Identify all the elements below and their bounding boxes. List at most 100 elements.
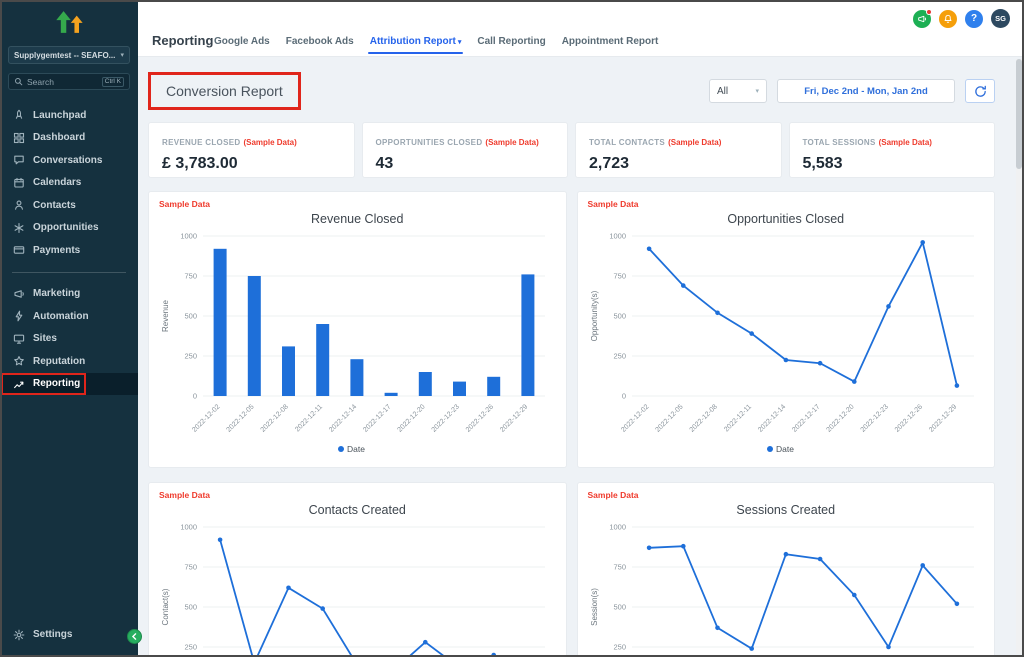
sidebar-item-contacts[interactable]: Contacts xyxy=(0,194,138,217)
sidebar-item-label: Settings xyxy=(33,629,72,640)
date-range-picker[interactable]: Fri, Dec 2nd - Mon, Jan 2nd xyxy=(777,79,955,103)
filter-select[interactable]: All ▾ xyxy=(709,79,767,103)
notifications-button[interactable] xyxy=(939,10,957,28)
sidebar-item-conversations[interactable]: Conversations xyxy=(0,149,138,172)
tab-call-reporting[interactable]: Call Reporting xyxy=(477,36,545,47)
app-logo xyxy=(0,0,138,44)
main-content: Conversion Report All ▾ Fri, Dec 2nd - M… xyxy=(138,57,1024,657)
svg-text:Contact(s): Contact(s) xyxy=(161,588,170,625)
report-toolbar: Conversion Report All ▾ Fri, Dec 2nd - M… xyxy=(148,72,995,110)
sidebar-nav: Launchpad Dashboard Conversations Calend… xyxy=(0,104,138,395)
sidebar-item-label: Reporting xyxy=(33,378,80,389)
tab-facebook-ads[interactable]: Facebook Ads xyxy=(286,36,354,47)
svg-text:500: 500 xyxy=(185,603,198,612)
svg-text:2022-12-26: 2022-12-26 xyxy=(894,403,924,433)
opportunities-closed-line-chart: 02505007501000Opportunity(s)2022-12-0220… xyxy=(586,230,986,458)
sidebar-item-label: Automation xyxy=(33,311,89,322)
scrollbar[interactable] xyxy=(1016,59,1022,654)
chevron-down-icon: ▾ xyxy=(755,88,759,95)
sidebar-item-label: Dashboard xyxy=(33,132,85,143)
sidebar-item-dashboard[interactable]: Dashboard xyxy=(0,127,138,150)
report-heading: Conversion Report xyxy=(166,83,283,99)
svg-text:2022-12-11: 2022-12-11 xyxy=(294,403,324,433)
svg-text:1000: 1000 xyxy=(181,523,198,532)
sessions-created-line-chart: 02505007501000Session(s)2022-12-022022-1… xyxy=(586,521,986,657)
stat-card-opportunities-closed: OPPORTUNITIES CLOSED(Sample Data) 43 xyxy=(362,122,569,178)
sidebar-item-opportunities[interactable]: Opportunities xyxy=(0,217,138,240)
account-switcher[interactable]: Supplygemtest -- SEAFO... ▾ xyxy=(8,46,130,64)
tab-label: Attribution Report xyxy=(370,36,456,47)
sidebar-item-reputation[interactable]: Reputation xyxy=(0,350,138,373)
announcements-button[interactable] xyxy=(913,10,931,28)
sidebar-item-label: Conversations xyxy=(33,155,102,166)
chart-card-sessions-created: Sample Data Sessions Created 02505007501… xyxy=(577,482,996,657)
sidebar-item-reporting[interactable]: Reporting xyxy=(0,373,138,396)
star-icon xyxy=(13,355,25,367)
stat-label: OPPORTUNITIES CLOSED xyxy=(376,138,483,147)
svg-text:2022-12-02: 2022-12-02 xyxy=(620,403,650,433)
sidebar-item-sites[interactable]: Sites xyxy=(0,328,138,351)
sidebar-item-label: Payments xyxy=(33,245,80,256)
charts-grid: Sample Data Revenue Closed 0250500750100… xyxy=(148,191,995,657)
stat-card-total-sessions: TOTAL SESSIONS(Sample Data) 5,583 xyxy=(789,122,996,178)
sidebar-item-launchpad[interactable]: Launchpad xyxy=(0,104,138,127)
sample-data-tag: (Sample Data) xyxy=(879,138,932,147)
top-header: Reporting Google Ads Facebook Ads Attrib… xyxy=(138,0,1024,57)
stat-card-revenue-closed: REVENUE CLOSED(Sample Data) £ 3,783.00 xyxy=(148,122,355,178)
sample-data-tag: Sample Data xyxy=(588,490,639,500)
payments-icon xyxy=(13,244,25,256)
stat-value: 43 xyxy=(376,155,555,173)
stat-label: TOTAL SESSIONS xyxy=(803,138,876,147)
stat-value: 5,583 xyxy=(803,155,982,173)
user-avatar[interactable]: SG xyxy=(991,9,1010,28)
sidebar-settings: Settings xyxy=(0,624,138,647)
svg-text:Session(s): Session(s) xyxy=(590,588,599,626)
sample-data-tag: (Sample Data) xyxy=(485,138,538,147)
sidebar-item-settings[interactable]: Settings xyxy=(0,624,138,647)
gear-icon xyxy=(13,629,25,641)
sidebar-item-label: Calendars xyxy=(33,177,81,188)
help-button[interactable]: ? xyxy=(965,10,983,28)
svg-text:2022-12-17: 2022-12-17 xyxy=(791,403,821,433)
search-input[interactable] xyxy=(27,77,98,87)
tab-google-ads[interactable]: Google Ads xyxy=(214,36,270,47)
megaphone-icon xyxy=(13,288,25,300)
chart-card-opportunities-closed: Sample Data Opportunities Closed 0250500… xyxy=(577,191,996,468)
sidebar-item-label: Launchpad xyxy=(33,110,86,121)
revenue-closed-bar-chart: 02505007501000Revenue2022-12-022022-12-0… xyxy=(157,230,557,458)
svg-text:Date: Date xyxy=(347,444,365,454)
chart-line-icon xyxy=(13,378,25,390)
contacts-icon xyxy=(13,199,25,211)
stat-card-total-contacts: TOTAL CONTACTS(Sample Data) 2,723 xyxy=(575,122,782,178)
scrollbar-thumb[interactable] xyxy=(1016,59,1022,169)
sidebar-collapse-button[interactable] xyxy=(127,629,142,644)
chart-title: Contacts Created xyxy=(149,503,566,517)
svg-text:750: 750 xyxy=(185,563,198,572)
sidebar-item-label: Sites xyxy=(33,333,57,344)
sidebar-search[interactable]: Ctrl K xyxy=(8,73,130,90)
sidebar-item-label: Opportunities xyxy=(33,222,99,233)
svg-text:750: 750 xyxy=(613,272,626,281)
svg-text:2022-12-08: 2022-12-08 xyxy=(688,403,718,433)
tab-label: Appointment Report xyxy=(562,36,659,47)
sidebar-item-automation[interactable]: Automation xyxy=(0,305,138,328)
svg-text:2022-12-29: 2022-12-29 xyxy=(928,403,958,433)
header-icons: ? SG xyxy=(913,9,1010,28)
tab-attribution-report[interactable]: Attribution Report▾ xyxy=(370,36,462,47)
tab-label: Google Ads xyxy=(214,36,270,47)
svg-text:500: 500 xyxy=(185,312,198,321)
svg-text:Opportunity(s): Opportunity(s) xyxy=(590,290,599,341)
svg-text:2022-12-11: 2022-12-11 xyxy=(723,403,753,433)
sidebar-item-payments[interactable]: Payments xyxy=(0,239,138,262)
sidebar-item-marketing[interactable]: Marketing xyxy=(0,283,138,306)
stat-label: REVENUE CLOSED xyxy=(162,138,240,147)
sidebar-item-calendars[interactable]: Calendars xyxy=(0,172,138,195)
account-name: Supplygemtest -- SEAFO... xyxy=(14,51,117,60)
tab-appointment-report[interactable]: Appointment Report xyxy=(562,36,659,47)
svg-text:250: 250 xyxy=(613,352,626,361)
refresh-button[interactable] xyxy=(965,79,995,103)
chevron-left-icon xyxy=(131,633,138,640)
svg-text:2022-12-26: 2022-12-26 xyxy=(465,403,495,433)
svg-text:1000: 1000 xyxy=(181,232,198,241)
stat-value: £ 3,783.00 xyxy=(162,155,341,173)
